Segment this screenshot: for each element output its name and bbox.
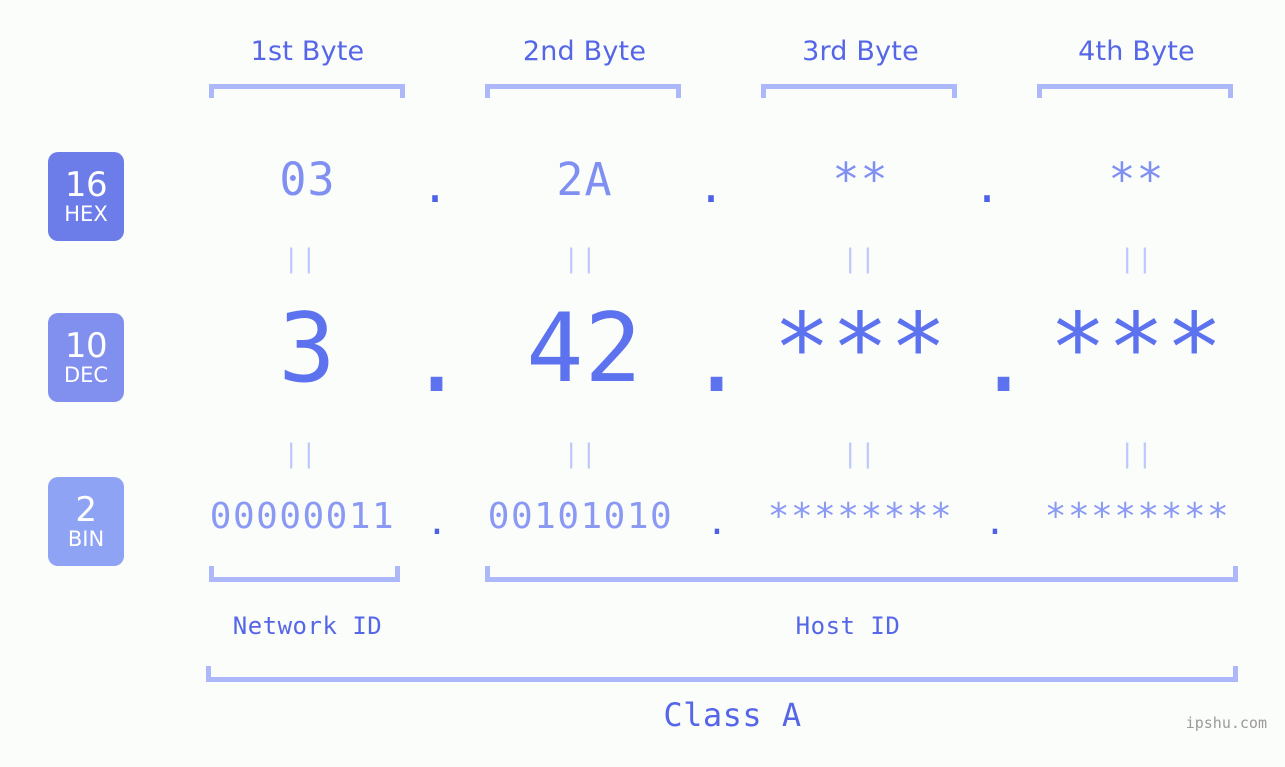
bin-separator-3: . [984, 502, 1006, 543]
ip-address-breakdown-diagram: 1st Byte 2nd Byte 3rd Byte 4th Byte 16 H… [0, 0, 1285, 767]
byte-bracket-3 [761, 84, 957, 98]
dec-byte-1: 3 [278, 294, 337, 404]
equals-mark-dec-bin-2: || [563, 439, 599, 469]
hex-byte-2: 2A [556, 153, 613, 206]
host-id-bracket [485, 566, 1238, 582]
hex-byte-4: ** [1108, 153, 1165, 206]
dec-separator-2: . [688, 304, 746, 414]
radix-badge-dec-number: 10 [64, 325, 108, 366]
network-id-bracket [209, 566, 400, 582]
dec-byte-2: 42 [526, 294, 643, 404]
equals-mark-hex-dec-2: || [563, 244, 599, 274]
dec-byte-4: *** [1049, 294, 1224, 404]
byte-header-3: 3rd Byte [802, 36, 919, 67]
dec-byte-3: *** [773, 294, 948, 404]
byte-bracket-4 [1037, 84, 1233, 98]
equals-mark-dec-bin-4: || [1119, 439, 1155, 469]
network-id-label: Network ID [232, 612, 383, 640]
radix-badge-hex-number: 16 [64, 164, 108, 205]
bin-byte-2: 00101010 [487, 496, 674, 537]
hex-separator-1: . [421, 160, 449, 213]
radix-badge-dec-abbr: DEC [63, 362, 109, 387]
watermark: ipshu.com [1185, 714, 1267, 732]
byte-bracket-1 [209, 84, 405, 98]
radix-badge-dec: 10 DEC [48, 313, 124, 402]
radix-badge-hex-abbr: HEX [64, 201, 108, 226]
bin-byte-3: ******** [767, 496, 954, 537]
equals-mark-hex-dec-4: || [1119, 244, 1155, 274]
hex-separator-3: . [973, 160, 1001, 213]
equals-mark-dec-bin-1: || [283, 439, 319, 469]
bin-byte-1: 00000011 [209, 496, 396, 537]
equals-mark-dec-bin-3: || [842, 439, 878, 469]
bin-separator-1: . [426, 502, 448, 543]
equals-mark-hex-dec-1: || [283, 244, 319, 274]
radix-badge-hex: 16 HEX [48, 152, 124, 241]
byte-header-2: 2nd Byte [522, 36, 647, 67]
byte-header-4: 4th Byte [1078, 36, 1195, 67]
bin-byte-4: ******** [1044, 496, 1231, 537]
class-label: Class A [663, 696, 802, 734]
host-id-label: Host ID [795, 612, 901, 640]
hex-byte-3: ** [832, 153, 889, 206]
radix-badge-bin: 2 BIN [48, 477, 124, 566]
hex-byte-1: 03 [279, 153, 336, 206]
radix-badge-bin-abbr: BIN [67, 526, 105, 551]
equals-mark-hex-dec-3: || [842, 244, 878, 274]
bin-separator-2: . [706, 502, 728, 543]
hex-separator-2: . [697, 160, 725, 213]
dec-separator-1: . [408, 304, 466, 414]
byte-bracket-2 [485, 84, 681, 98]
class-bracket [206, 666, 1238, 682]
radix-badge-bin-number: 2 [75, 489, 97, 530]
byte-header-1: 1st Byte [250, 36, 365, 67]
